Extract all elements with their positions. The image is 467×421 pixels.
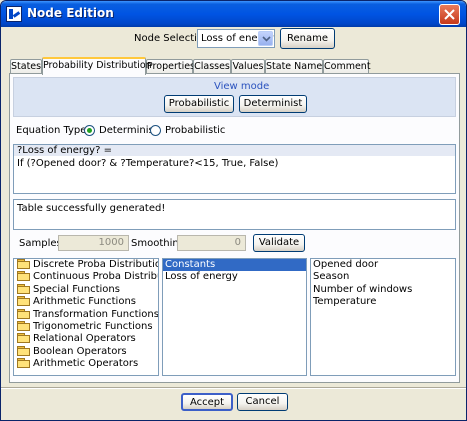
folder-icon bbox=[17, 271, 30, 282]
function-category-list[interactable]: Discrete Proba Distributions Continuous … bbox=[13, 258, 159, 376]
status-output: Table successfully generated! bbox=[13, 199, 456, 230]
determinist-radio[interactable] bbox=[84, 125, 95, 136]
tab-properties[interactable]: Properties bbox=[146, 59, 195, 74]
close-button[interactable] bbox=[439, 4, 460, 25]
list-item[interactable]: Boolean Operators bbox=[14, 345, 158, 358]
variables-list[interactable]: Opened door Season Number of windows Tem… bbox=[310, 258, 456, 376]
list-item[interactable]: Discrete Proba Distributions bbox=[14, 259, 158, 271]
tab-state-names[interactable]: State Names bbox=[265, 59, 327, 74]
folder-icon bbox=[17, 259, 30, 269]
equation-type-label: Equation Type: bbox=[16, 125, 90, 136]
list-item[interactable]: Continuous Proba Distributions bbox=[14, 271, 158, 283]
close-icon bbox=[444, 9, 455, 20]
tab-values[interactable]: Values bbox=[231, 59, 265, 74]
folder-icon bbox=[17, 333, 30, 344]
list-item[interactable]: Season bbox=[311, 271, 455, 283]
equation-editor[interactable]: ?Loss of energy? = If (?Opened door? & ?… bbox=[13, 144, 456, 194]
list-item[interactable]: Special Functions bbox=[14, 283, 158, 296]
list-item[interactable]: Number of windows bbox=[311, 284, 455, 296]
tab-states[interactable]: States bbox=[10, 59, 42, 74]
accept-button[interactable]: Accept bbox=[181, 393, 233, 411]
status-message: Table successfully generated! bbox=[17, 203, 166, 214]
view-mode-box: View mode Probabilistic Determinist bbox=[13, 77, 456, 117]
probabilistic-radio[interactable] bbox=[150, 125, 161, 136]
tab-strip: States Probability Distribution Properti… bbox=[10, 57, 459, 75]
tab-comment[interactable]: Comment bbox=[323, 59, 371, 74]
chevron-down-icon bbox=[262, 36, 271, 42]
equation-line-1: ?Loss of energy? = bbox=[14, 145, 455, 156]
tab-classes[interactable]: Classes bbox=[193, 59, 231, 74]
app-icon bbox=[6, 6, 22, 22]
samples-input[interactable]: 1000 bbox=[58, 235, 129, 251]
list-item[interactable]: Loss of energy bbox=[163, 271, 306, 283]
list-item[interactable]: Opened door bbox=[311, 259, 455, 271]
node-edition-window: Node Edition Node Selection: Loss of ene… bbox=[0, 0, 467, 421]
folder-icon bbox=[17, 296, 30, 307]
window-title: Node Edition bbox=[27, 6, 114, 20]
folder-icon bbox=[17, 308, 30, 319]
determinist-radio-label[interactable]: Determinist bbox=[99, 125, 158, 136]
rename-button[interactable]: Rename bbox=[280, 28, 335, 49]
folder-icon bbox=[17, 345, 30, 356]
node-selection-dropdown[interactable]: Loss of energy bbox=[197, 29, 275, 48]
folder-icon bbox=[17, 283, 30, 294]
list-item[interactable]: Transformation Functions bbox=[14, 308, 158, 321]
probabilistic-view-button[interactable]: Probabilistic bbox=[164, 95, 234, 113]
probability-distribution-panel: View mode Probabilistic Determinist Equa… bbox=[9, 73, 460, 383]
cancel-button[interactable]: Cancel bbox=[237, 393, 288, 411]
constants-list[interactable]: Constants Loss of energy bbox=[162, 258, 307, 376]
folder-icon bbox=[17, 320, 30, 331]
list-item[interactable]: Temperature bbox=[311, 296, 455, 308]
equation-line-2: If (?Opened door? & ?Temperature?<15, Tr… bbox=[17, 158, 279, 169]
validate-button[interactable]: Validate bbox=[253, 234, 305, 252]
probabilistic-radio-label[interactable]: Probabilistic bbox=[165, 125, 225, 136]
title-bar[interactable]: Node Edition bbox=[1, 1, 466, 27]
footer-divider bbox=[1, 387, 466, 389]
tab-probability-distribution[interactable]: Probability Distribution bbox=[42, 57, 152, 75]
dropdown-button[interactable] bbox=[258, 31, 273, 46]
list-item[interactable]: Arithmetic Functions bbox=[14, 296, 158, 308]
determinist-view-button[interactable]: Determinist bbox=[239, 95, 307, 113]
smoothing-input[interactable]: 0 bbox=[177, 235, 246, 251]
list-item[interactable]: Arithmetic Operators bbox=[14, 358, 158, 370]
list-item[interactable]: Trigonometric Functions bbox=[14, 320, 158, 333]
folder-icon bbox=[17, 358, 30, 369]
list-item[interactable]: Relational Operators bbox=[14, 333, 158, 345]
view-mode-link[interactable]: View mode bbox=[214, 81, 269, 92]
list-item-selected[interactable]: Constants bbox=[163, 259, 306, 272]
